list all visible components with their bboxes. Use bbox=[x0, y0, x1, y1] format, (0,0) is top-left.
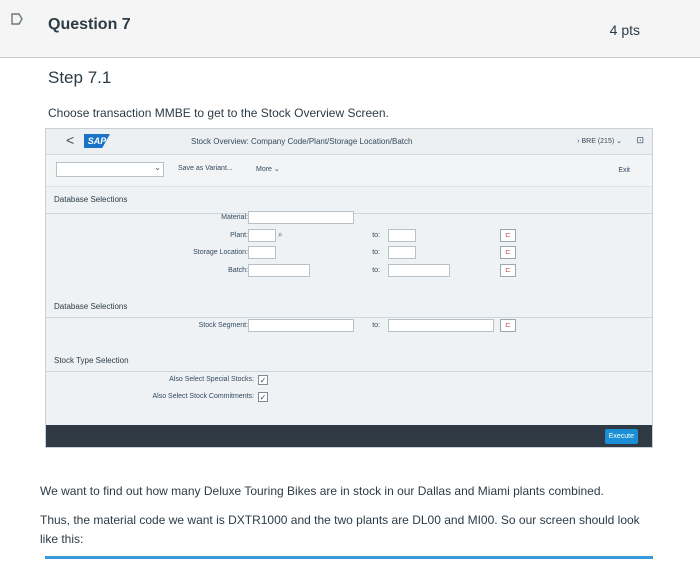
sap-shell-bar: < SAP Stock Overview: Company Code/Plant… bbox=[46, 129, 652, 155]
material-label: Material: bbox=[221, 214, 248, 221]
batch-label: Batch: bbox=[228, 267, 248, 274]
sap-system-menu[interactable]: › BRE (215) ⌄ bbox=[577, 137, 622, 145]
more-menu[interactable]: More ⌄ bbox=[256, 165, 280, 173]
storage-location-label: Storage Location: bbox=[193, 249, 248, 256]
material-input[interactable] bbox=[248, 211, 354, 224]
more-label: More bbox=[256, 166, 272, 173]
sap-footer-bar: Execute bbox=[46, 425, 652, 447]
multiple-selection-icon[interactable]: ⊏ bbox=[500, 246, 516, 259]
sap-toolbar: ⌄ Save as Variant... More ⌄ Exit bbox=[46, 155, 652, 187]
bookmark-flag-icon[interactable] bbox=[10, 12, 24, 26]
section-divider bbox=[46, 371, 652, 372]
stock-segment-label: Stock Segment: bbox=[198, 322, 248, 329]
plant-label: Plant: bbox=[230, 232, 248, 239]
exit-button[interactable]: Exit bbox=[618, 167, 630, 174]
stock-commitments-checkbox[interactable]: ✓ bbox=[258, 392, 268, 402]
plant-to-input[interactable] bbox=[388, 229, 416, 242]
batch-to-label: to: bbox=[372, 267, 380, 274]
section-database-selections: Database Selections bbox=[54, 195, 128, 204]
question-header: Question 7 4 pts bbox=[0, 0, 700, 58]
stock-segment-to-input[interactable] bbox=[388, 319, 494, 332]
stock-commitments-label: Also Select Stock Commitments: bbox=[152, 393, 254, 400]
multiple-selection-icon[interactable]: ⊏ bbox=[500, 319, 516, 332]
multiple-selection-icon[interactable]: ⊏ bbox=[500, 264, 516, 277]
stock-segment-to-label: to: bbox=[372, 322, 380, 329]
user-icon[interactable]: ⊡ bbox=[636, 135, 644, 146]
question-points: 4 pts bbox=[609, 22, 640, 38]
special-stocks-checkbox[interactable]: ✓ bbox=[258, 375, 268, 385]
sap-screen-title: Stock Overview: Company Code/Plant/Stora… bbox=[191, 137, 413, 146]
chevron-down-icon: ⌄ bbox=[154, 163, 161, 172]
section-divider bbox=[46, 317, 652, 318]
sap-stock-overview-screen: < SAP Stock Overview: Company Code/Plant… bbox=[45, 128, 653, 448]
storage-location-to-label: to: bbox=[372, 249, 380, 256]
step-description: Choose transaction MMBE to get to the St… bbox=[48, 106, 389, 120]
question-title: Question 7 bbox=[48, 16, 131, 33]
stock-segment-from-input[interactable] bbox=[248, 319, 354, 332]
instruction-paragraph-1: We want to find out how many Deluxe Tour… bbox=[40, 484, 604, 498]
plant-to-label: to: bbox=[372, 232, 380, 239]
storage-location-to-input[interactable] bbox=[388, 246, 416, 259]
save-as-variant-button[interactable]: Save as Variant... bbox=[178, 165, 233, 172]
section-stock-type-selection: Stock Type Selection bbox=[54, 356, 129, 365]
instruction-paragraph-2: Thus, the material code we want is DXTR1… bbox=[40, 513, 640, 546]
storage-location-from-input[interactable] bbox=[248, 246, 276, 259]
multiple-selection-icon[interactable]: ⊏ bbox=[500, 229, 516, 242]
image-bottom-edge bbox=[45, 556, 653, 559]
batch-to-input[interactable] bbox=[388, 264, 450, 277]
plant-from-input[interactable] bbox=[248, 229, 276, 242]
section-database-selections-2: Database Selections bbox=[54, 302, 128, 311]
execute-button[interactable]: Execute bbox=[604, 429, 638, 444]
sap-logo: SAP bbox=[84, 134, 110, 148]
sap-system-label: BRE (215) bbox=[581, 138, 615, 145]
variant-select[interactable]: ⌄ bbox=[56, 162, 164, 177]
step-title: Step 7.1 bbox=[48, 68, 112, 87]
batch-from-input[interactable] bbox=[248, 264, 310, 277]
back-icon[interactable]: < bbox=[66, 132, 74, 148]
special-stocks-label: Also Select Special Stocks: bbox=[169, 376, 254, 383]
value-help-icon[interactable]: ⌕ bbox=[278, 230, 282, 240]
